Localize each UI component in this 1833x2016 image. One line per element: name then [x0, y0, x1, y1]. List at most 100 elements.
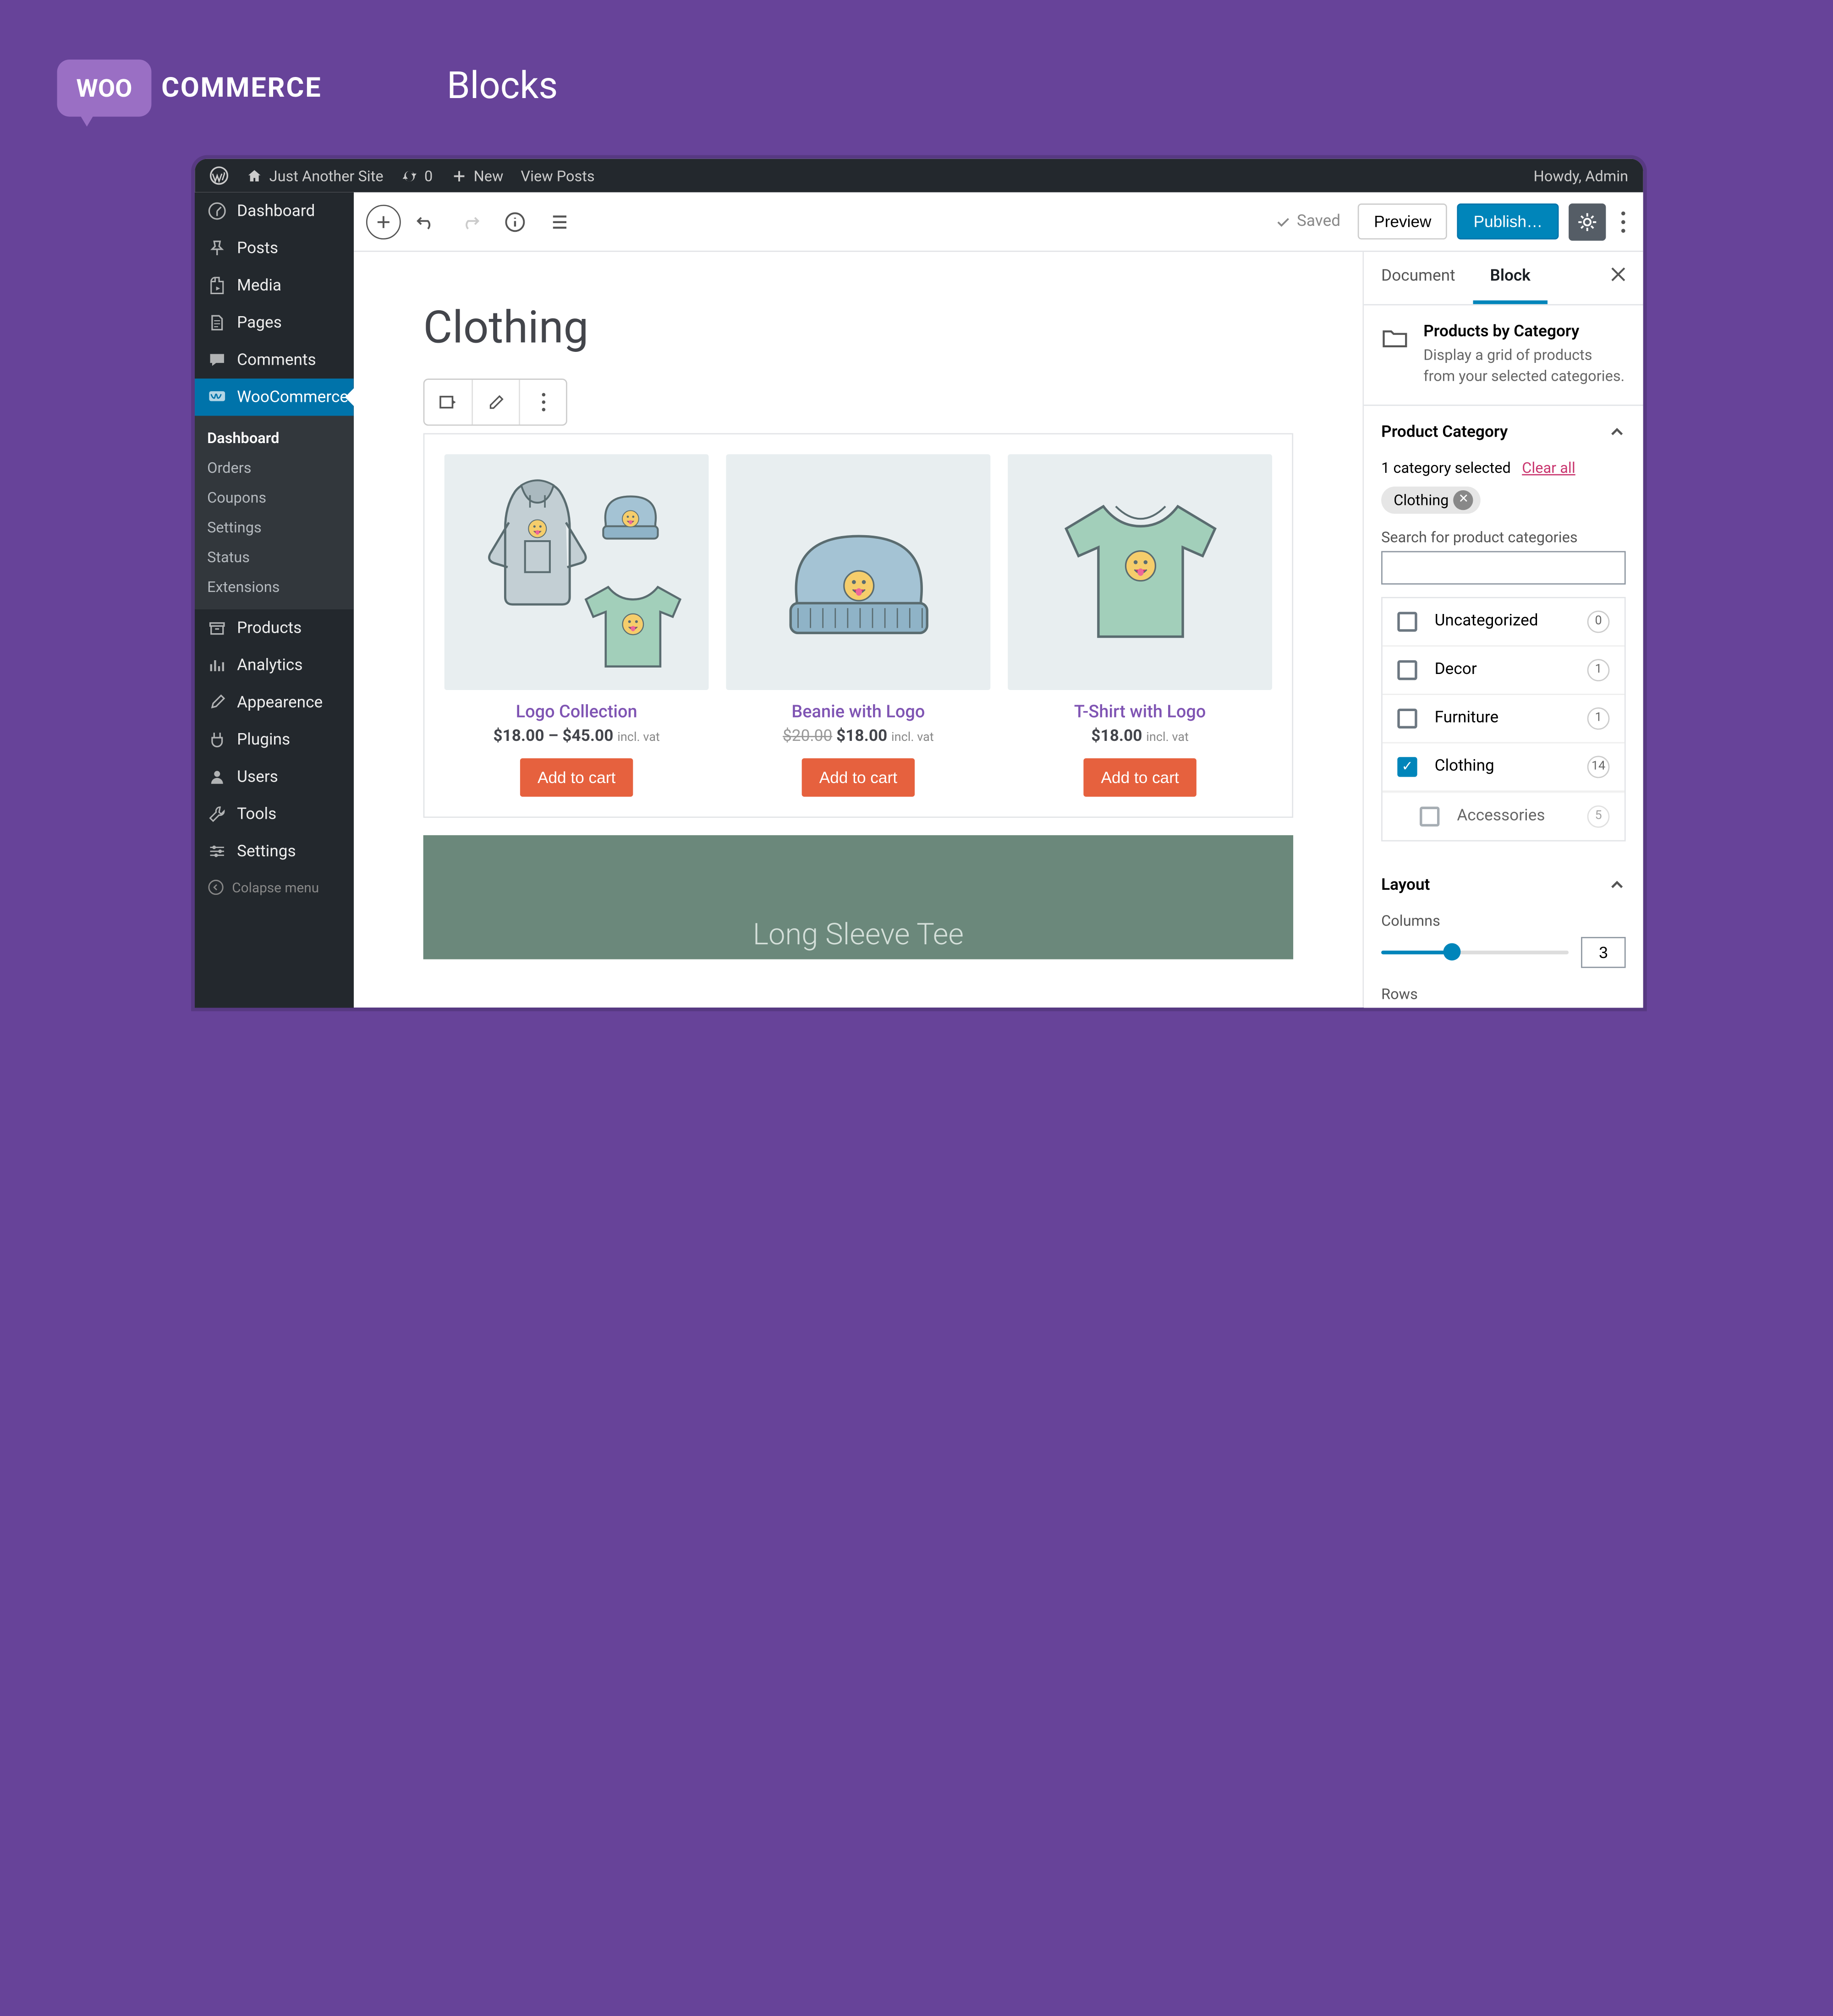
preview-button[interactable]: Preview — [1358, 203, 1448, 240]
settings-toggle-button[interactable] — [1569, 203, 1606, 240]
publish-button[interactable]: Publish… — [1457, 203, 1559, 240]
sidebar-subitem-settings[interactable]: Settings — [195, 512, 354, 542]
sidebar-item-label: Tools — [237, 805, 276, 823]
view-posts-link[interactable]: View Posts — [521, 167, 594, 184]
checkbox[interactable] — [1397, 660, 1417, 679]
sidebar-subitem-dashboard[interactable]: Dashboard — [195, 423, 354, 453]
block-more-button[interactable] — [519, 380, 566, 424]
app-window: Just Another Site 0 New View Posts Howdy… — [195, 159, 1643, 1008]
close-inspector-button[interactable] — [1593, 252, 1643, 304]
add-to-cart-button[interactable]: Add to cart — [1083, 758, 1196, 797]
post-title-input[interactable]: Clothing — [423, 301, 1293, 354]
product-card[interactable]: Logo Collection $18.00 – $45.00 incl. va… — [445, 454, 709, 796]
wp-logo-icon[interactable] — [210, 166, 229, 185]
sidebar-item-posts[interactable]: Posts — [195, 230, 354, 267]
chip-remove-button[interactable]: ✕ — [1454, 490, 1473, 509]
updates-link[interactable]: 0 — [401, 167, 433, 184]
block-toolbar — [423, 378, 567, 426]
collapse-icon — [207, 878, 225, 896]
collapse-menu-button[interactable]: Colapse menu — [195, 870, 354, 904]
category-count: 1 — [1587, 658, 1610, 681]
category-option[interactable]: ✓Clothing14 — [1383, 743, 1624, 791]
sidebar-item-products[interactable]: Products — [195, 609, 354, 646]
plugin-icon — [207, 729, 227, 749]
category-label: Accessories — [1457, 807, 1587, 826]
clear-all-link[interactable]: Clear all — [1522, 459, 1575, 476]
sidebar-item-label: Analytics — [237, 656, 302, 674]
sidebar-item-users[interactable]: Users — [195, 758, 354, 795]
category-list: Uncategorized0Decor1Furniture1✓Clothing1… — [1381, 597, 1626, 841]
category-option[interactable]: Decor1 — [1383, 646, 1624, 695]
category-count: 5 — [1587, 805, 1610, 827]
columns-slider[interactable] — [1381, 950, 1569, 953]
sidebar-item-label: WooCommerce — [237, 388, 348, 406]
category-option[interactable]: Uncategorized0 — [1383, 597, 1624, 646]
greeting-text: Howdy, Admin — [1534, 167, 1628, 184]
checkbox[interactable]: ✓ — [1397, 756, 1417, 776]
product-price: $18.00 incl. vat — [1008, 727, 1272, 746]
sidebar-subitem-orders[interactable]: Orders — [195, 453, 354, 482]
add-to-cart-button[interactable]: Add to cart — [520, 758, 633, 797]
sidebar-item-settings[interactable]: Settings — [195, 833, 354, 870]
product-name[interactable]: T-Shirt with Logo — [1008, 702, 1272, 722]
sidebar-subitem-extensions[interactable]: Extensions — [195, 572, 354, 602]
tab-block[interactable]: Block — [1473, 252, 1548, 304]
sidebar-item-appearence[interactable]: Appearence — [195, 684, 354, 721]
category-option[interactable]: Furniture1 — [1383, 694, 1624, 743]
tab-document[interactable]: Document — [1364, 252, 1472, 304]
product-name[interactable]: Beanie with Logo — [726, 702, 990, 722]
user-greeting[interactable]: Howdy, Admin — [1534, 167, 1628, 184]
info-button[interactable] — [495, 202, 535, 241]
add-block-button[interactable] — [366, 204, 401, 239]
archive-icon — [207, 618, 227, 638]
panel-product-category[interactable]: Product Category — [1364, 405, 1643, 458]
sidebar-item-plugins[interactable]: Plugins — [195, 721, 354, 758]
undo-button[interactable] — [406, 202, 446, 241]
hero-block[interactable]: Long Sleeve Tee — [423, 835, 1293, 959]
brand-logo: WOO COMMERCE — [57, 60, 322, 117]
product-image — [445, 454, 709, 690]
editor-toolbar: Saved Preview Publish… — [354, 192, 1643, 252]
checkbox[interactable] — [1397, 611, 1417, 631]
category-count: 0 — [1587, 610, 1610, 632]
sidebar-item-woocommerce[interactable]: WooCommerce — [195, 378, 354, 416]
add-to-cart-button[interactable]: Add to cart — [802, 758, 915, 797]
new-link[interactable]: New — [450, 167, 503, 184]
chip-label: Clothing — [1394, 491, 1449, 508]
site-link[interactable]: Just Another Site — [246, 167, 383, 184]
checkbox[interactable] — [1420, 806, 1439, 826]
product-image — [726, 454, 990, 690]
product-image — [1008, 454, 1272, 690]
category-chip: Clothing ✕ — [1381, 486, 1481, 514]
sidebar-subitem-status[interactable]: Status — [195, 542, 354, 572]
checkbox[interactable] — [1397, 708, 1417, 728]
sidebar-item-media[interactable]: Media — [195, 267, 354, 304]
product-card[interactable]: Beanie with Logo $20.00 $18.00 incl. vat… — [726, 454, 990, 796]
sidebar-item-analytics[interactable]: Analytics — [195, 646, 354, 684]
panel-layout[interactable]: Layout — [1364, 858, 1643, 911]
woocommerce-icon — [207, 387, 227, 407]
view-posts-label: View Posts — [521, 167, 594, 184]
dashboard-icon — [207, 201, 227, 221]
columns-input[interactable] — [1581, 937, 1625, 968]
product-price: $18.00 – $45.00 incl. vat — [445, 727, 709, 746]
more-options-button[interactable] — [1616, 205, 1630, 237]
product-name[interactable]: Logo Collection — [445, 702, 709, 722]
block-type-button[interactable] — [424, 380, 472, 424]
sidebar-item-comments[interactable]: Comments — [195, 341, 354, 378]
redo-button[interactable] — [450, 202, 490, 241]
editor-canvas[interactable]: Clothing Logo Collection $18.00 – $45.00… — [354, 252, 1363, 1008]
category-option[interactable]: Accessories5 — [1383, 791, 1624, 840]
edit-button[interactable] — [472, 380, 519, 424]
rows-label: Rows — [1381, 985, 1626, 1002]
pin-icon — [207, 238, 227, 258]
outline-button[interactable] — [540, 202, 580, 241]
sidebar-item-tools[interactable]: Tools — [195, 795, 354, 833]
sidebar-item-pages[interactable]: Pages — [195, 304, 354, 341]
chevron-up-icon — [1608, 876, 1626, 893]
sidebar-item-dashboard[interactable]: Dashboard — [195, 192, 354, 230]
category-search-input[interactable] — [1381, 550, 1626, 584]
sidebar-subitem-coupons[interactable]: Coupons — [195, 482, 354, 512]
products-block[interactable]: Logo Collection $18.00 – $45.00 incl. va… — [423, 433, 1293, 818]
product-card[interactable]: T-Shirt with Logo $18.00 incl. vat Add t… — [1008, 454, 1272, 796]
